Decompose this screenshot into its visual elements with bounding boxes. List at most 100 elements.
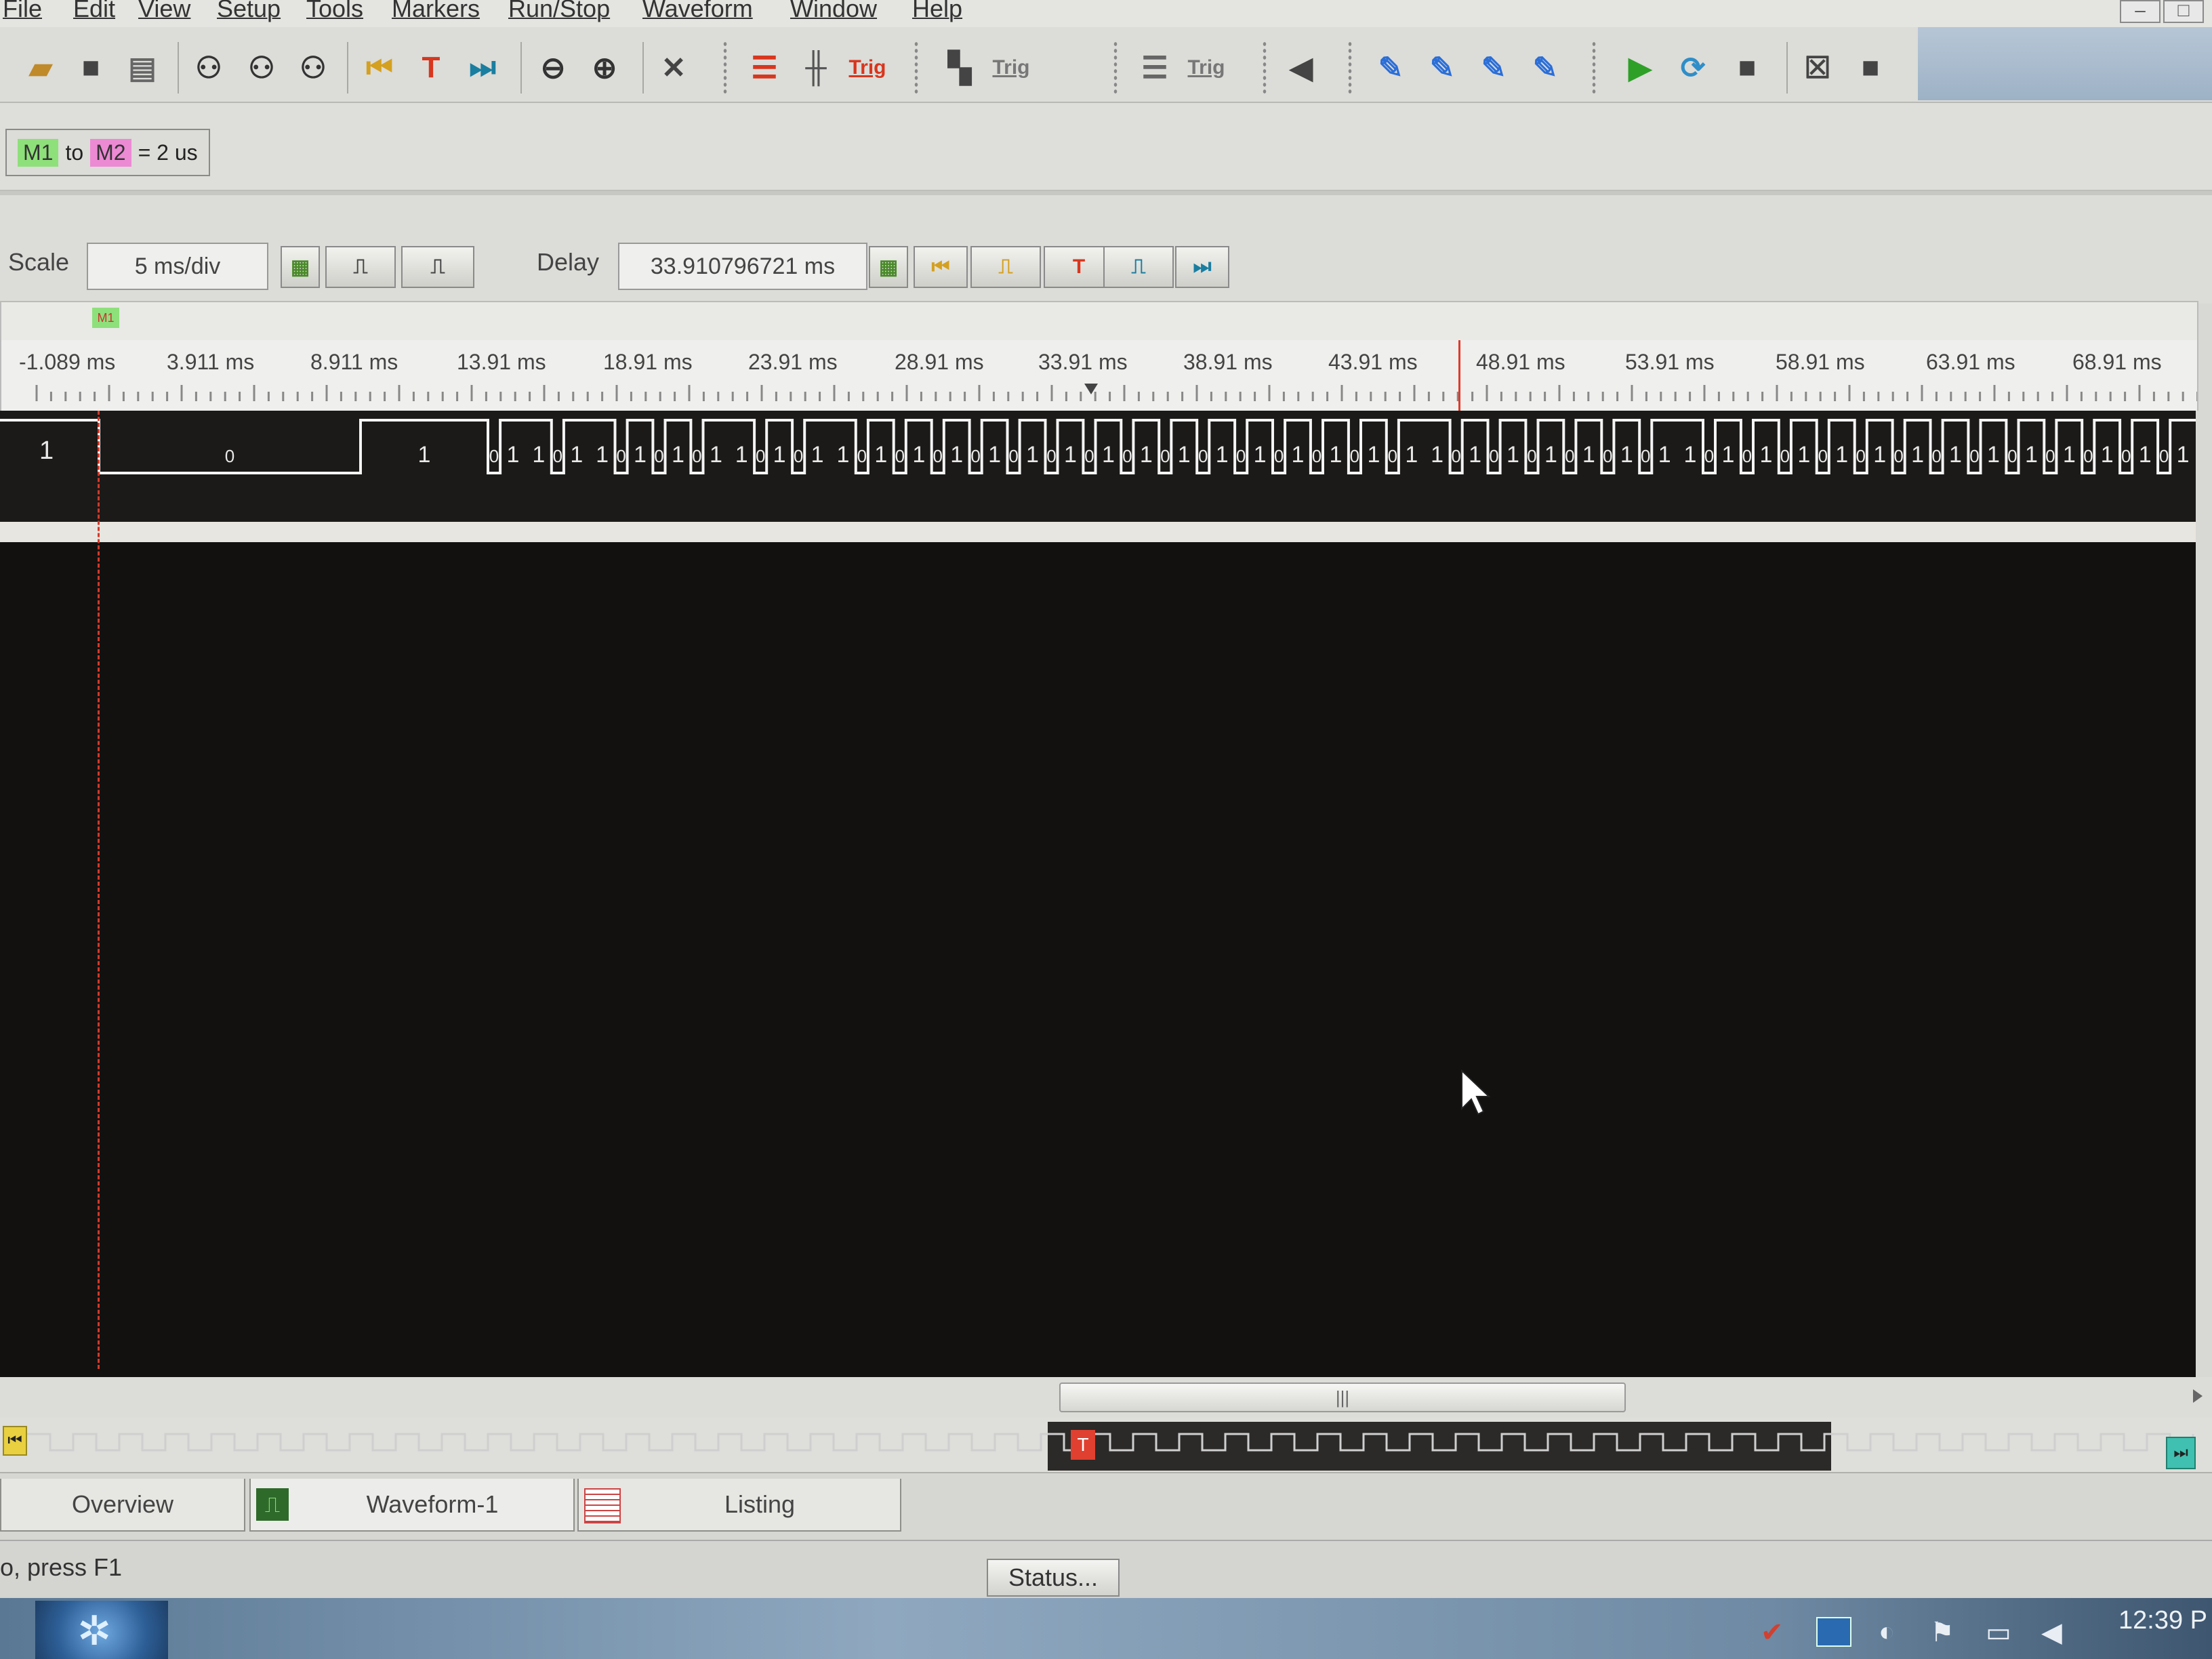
speaker-icon[interactable]: ◀ bbox=[1281, 47, 1322, 88]
menu-run-stop[interactable]: Run/Stop bbox=[508, 0, 610, 23]
tray-monitor-icon[interactable]: ▭ bbox=[1986, 1617, 2011, 1648]
menu-tools[interactable]: Tools bbox=[306, 0, 363, 23]
bus-bit-label: 1 bbox=[1178, 442, 1191, 468]
bus-waveform-row[interactable]: 1 01011011010101101011010101010101010101… bbox=[0, 411, 2196, 522]
scroll-right-icon[interactable] bbox=[2193, 1389, 2203, 1403]
overview-end-icon[interactable]: ⏭ bbox=[2166, 1437, 2196, 1469]
bus-bit-label: 1 bbox=[735, 442, 748, 468]
marker-interval-icon[interactable]: ✎ bbox=[1473, 47, 1514, 88]
add-marker-pencil-icon[interactable]: ✎ bbox=[1370, 47, 1411, 88]
scale-field[interactable]: 5 ms/div bbox=[87, 243, 268, 290]
open-icon[interactable]: ▰ bbox=[20, 47, 61, 88]
window-layout-icon[interactable]: ■ bbox=[1850, 47, 1891, 88]
scrollbar-thumb[interactable]: ||| bbox=[1059, 1382, 1626, 1412]
toolbar-grip[interactable] bbox=[1113, 41, 1118, 95]
waveform-row-divider[interactable] bbox=[0, 522, 2196, 542]
scale-zoom-out-button[interactable]: ⎍ bbox=[401, 246, 474, 288]
bus-bit-label: 1 bbox=[1684, 442, 1697, 468]
trigger-setup-icon-3[interactable]: Trig bbox=[1186, 47, 1227, 88]
run-repetitive-icon[interactable]: ⟳ bbox=[1673, 47, 1713, 88]
toolbar-grip[interactable] bbox=[722, 41, 728, 95]
toolbar-grip[interactable] bbox=[1591, 41, 1597, 95]
bus-bit-label: 0 bbox=[1565, 446, 1574, 466]
tray-window-icon[interactable] bbox=[1816, 1617, 1851, 1647]
maximize-button[interactable]: □ bbox=[2163, 0, 2204, 23]
menu-help[interactable]: Help bbox=[912, 0, 962, 23]
tray-network-icon[interactable]: ◐ bbox=[1879, 1617, 1895, 1647]
taskbar-clock[interactable]: 12:39 P bbox=[2118, 1606, 2207, 1635]
menu-file[interactable]: File bbox=[3, 0, 42, 23]
go-to-trigger-icon[interactable]: T bbox=[411, 47, 451, 88]
marker-interval-readout[interactable]: M1 to M2 = 2 us bbox=[5, 129, 210, 176]
go-to-end-icon[interactable]: ⏭ bbox=[462, 47, 503, 88]
bus-bit-label: 0 bbox=[1160, 446, 1170, 466]
marker-offset-icon[interactable]: ✎ bbox=[1525, 47, 1565, 88]
bus-bit-label: 0 bbox=[654, 446, 663, 466]
delay-next-edge-icon[interactable]: ⎍ bbox=[1103, 246, 1174, 288]
toolbar-grip[interactable] bbox=[914, 41, 919, 95]
delay-calculator-icon[interactable]: ▦ bbox=[869, 246, 908, 288]
horizontal-scrollbar[interactable]: ||| bbox=[0, 1377, 2212, 1418]
tab-overview[interactable]: Overview bbox=[0, 1479, 245, 1532]
signal-group-icon[interactable]: ▚ bbox=[939, 47, 980, 88]
zoom-out-icon[interactable]: ⊖ bbox=[533, 47, 573, 88]
bus-bit-label: 1 bbox=[811, 442, 824, 468]
trigger-setup-icon[interactable]: Trig bbox=[847, 47, 888, 88]
menu-setup[interactable]: Setup bbox=[217, 0, 281, 23]
print-icon[interactable]: ▤ bbox=[122, 47, 163, 88]
start-button[interactable]: ✲ bbox=[35, 1601, 168, 1659]
bus-bit-label: 1 bbox=[1254, 442, 1267, 468]
ruler-tick-label: 63.91 ms bbox=[1926, 350, 2015, 374]
tray-check-icon[interactable]: ✔ bbox=[1761, 1617, 1784, 1648]
bus-signal-icon[interactable]: ╫ bbox=[796, 47, 836, 88]
save-icon[interactable]: ■ bbox=[70, 47, 111, 88]
bus-bit-label: 0 bbox=[1641, 446, 1650, 466]
bus-bit-label: 0 bbox=[2045, 446, 2055, 466]
bus-bit-label: 0 bbox=[1084, 446, 1094, 466]
status-button[interactable]: Status... bbox=[987, 1559, 1120, 1597]
ruler-tick-label: 13.91 ms bbox=[457, 350, 546, 374]
zoom-in-icon[interactable]: ⊕ bbox=[584, 47, 625, 88]
overview-trigger-marker[interactable]: T bbox=[1071, 1430, 1095, 1460]
minimize-button[interactable]: – bbox=[2120, 0, 2160, 23]
menu-markers[interactable]: Markers bbox=[392, 0, 480, 23]
trigger-setup-icon-2[interactable]: Trig bbox=[991, 47, 1031, 88]
tray-volume-icon[interactable]: ◀ bbox=[2041, 1617, 2062, 1648]
tab-listing[interactable]: Listing bbox=[577, 1479, 901, 1532]
close-capture-icon[interactable]: ☒ bbox=[1797, 47, 1838, 88]
bus-bit-label: 1 bbox=[1620, 442, 1633, 468]
menu-view[interactable]: View bbox=[138, 0, 190, 23]
waveform-area[interactable]: 1 01011011010101101011010101010101010101… bbox=[0, 411, 2196, 1377]
find-icon[interactable]: ⚇ bbox=[188, 47, 229, 88]
menu-edit[interactable]: Edit bbox=[73, 0, 115, 23]
m1-marker-flag[interactable]: M1 bbox=[92, 308, 119, 328]
find-next-icon[interactable]: ⚇ bbox=[293, 47, 333, 88]
find-prev-icon[interactable]: ⚇ bbox=[241, 47, 282, 88]
delay-go-end-icon[interactable]: ⏭ bbox=[1175, 246, 1229, 288]
signal-list-icon[interactable]: ☰ bbox=[1134, 47, 1175, 88]
bus-bit-label: 0 bbox=[2083, 446, 2093, 466]
toolbar-separator bbox=[1786, 42, 1788, 94]
scale-zoom-in-button[interactable]: ⎍ bbox=[325, 246, 396, 288]
toolbar-empty-area bbox=[1918, 27, 2212, 100]
toolbar-grip[interactable] bbox=[1347, 41, 1353, 95]
overview-strip[interactable]: ⏮ T ⏭ bbox=[0, 1418, 2212, 1472]
scale-calculator-icon[interactable]: ▦ bbox=[281, 246, 320, 288]
delay-field[interactable]: 33.910796721 ms bbox=[618, 243, 867, 290]
marker-strip: M1 bbox=[0, 301, 2198, 343]
zoom-fit-icon[interactable]: ✕ bbox=[653, 47, 694, 88]
run-icon[interactable]: ▶ bbox=[1620, 47, 1660, 88]
go-to-start-icon[interactable]: ⏮ bbox=[359, 47, 400, 88]
delay-go-start-icon[interactable]: ⏮ bbox=[914, 246, 968, 288]
stop-icon[interactable]: ■ bbox=[1727, 47, 1767, 88]
delay-prev-edge-icon[interactable]: ⎍ bbox=[970, 246, 1041, 288]
tray-flag-icon[interactable]: ⚑ bbox=[1930, 1617, 1954, 1648]
menu-window[interactable]: Window bbox=[790, 0, 877, 23]
toolbar-grip[interactable] bbox=[1262, 41, 1267, 95]
bus-bit-label: 1 bbox=[836, 442, 849, 468]
m1-marker-line[interactable] bbox=[98, 411, 100, 1369]
menu-waveform[interactable]: Waveform bbox=[642, 0, 753, 23]
insert-marker-icon[interactable]: ☰ bbox=[744, 47, 785, 88]
move-marker-pencil-icon[interactable]: ✎ bbox=[1422, 47, 1462, 88]
tab-waveform[interactable]: ⎍ Waveform-1 bbox=[249, 1479, 575, 1532]
